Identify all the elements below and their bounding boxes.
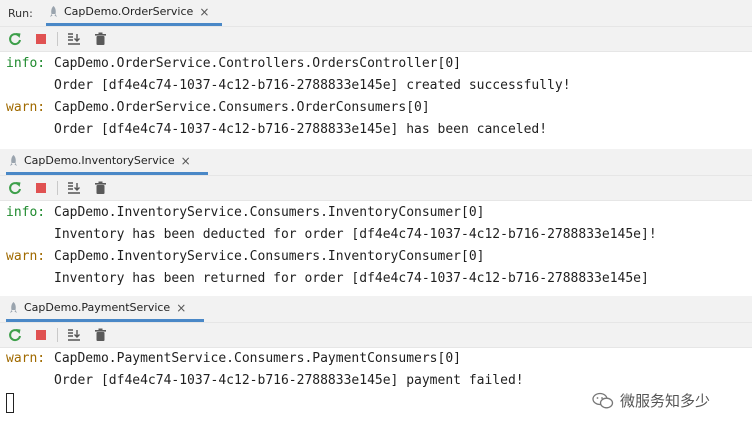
log-message: CapDemo.OrderService.Consumers.OrderCons… bbox=[54, 100, 430, 115]
log-line: warn: CapDemo.OrderService.Consumers.Orde… bbox=[0, 97, 752, 119]
log-line: warn: CapDemo.PaymentService.Consumers.Pa… bbox=[0, 348, 752, 370]
log-message: CapDemo.InventoryService.Consumers.Inven… bbox=[54, 249, 485, 264]
clear-trash-icon[interactable] bbox=[92, 327, 108, 343]
tab-order-service[interactable]: CapDemo.OrderService × bbox=[46, 0, 222, 26]
log-line: Inventory has been deducted for order [d… bbox=[0, 224, 752, 246]
run-tab-bar-payment: CapDemo.PaymentService × bbox=[0, 296, 752, 323]
toolbar-divider bbox=[57, 328, 58, 342]
log-message: Order [df4e4c74-1037-4c12-b716-2788833e1… bbox=[54, 78, 571, 93]
run-tab-bar-inventory: CapDemo.InventoryService × bbox=[0, 149, 752, 176]
tab-payment-service[interactable]: CapDemo.PaymentService × bbox=[6, 296, 204, 322]
toolbar-inventory bbox=[0, 176, 752, 201]
log-message: Order [df4e4c74-1037-4c12-b716-2788833e1… bbox=[54, 373, 524, 388]
rocket-icon bbox=[6, 154, 20, 168]
log-line: Order [df4e4c74-1037-4c12-b716-2788833e1… bbox=[0, 119, 752, 141]
log-level-warn: warn: bbox=[6, 351, 46, 366]
log-line: warn: CapDemo.InventoryService.Consumers.… bbox=[0, 246, 752, 268]
log-message: Inventory has been returned for order [d… bbox=[54, 271, 649, 286]
close-icon[interactable]: × bbox=[176, 301, 186, 315]
rocket-icon bbox=[46, 5, 60, 19]
tab-label: CapDemo.InventoryService bbox=[24, 154, 175, 167]
console-output-order: info: CapDemo.OrderService.Controllers.Or… bbox=[0, 53, 752, 141]
log-level-warn: warn: bbox=[6, 249, 46, 264]
console-output-payment: warn: CapDemo.PaymentService.Consumers.Pa… bbox=[0, 348, 752, 392]
scroll-to-end-icon[interactable] bbox=[66, 31, 82, 47]
scroll-to-end-icon[interactable] bbox=[66, 180, 82, 196]
log-level-warn: warn: bbox=[6, 100, 46, 115]
toolbar-divider bbox=[57, 32, 58, 46]
log-line: info: CapDemo.InventoryService.Consumers.… bbox=[0, 202, 752, 224]
log-message: Inventory has been deducted for order [d… bbox=[54, 227, 657, 242]
watermark: 微服务知多少 bbox=[592, 390, 710, 411]
tab-label: CapDemo.OrderService bbox=[64, 5, 194, 18]
clear-trash-icon[interactable] bbox=[92, 31, 108, 47]
rocket-icon bbox=[6, 301, 20, 315]
toolbar-order bbox=[0, 27, 752, 52]
log-message: CapDemo.PaymentService.Consumers.Payment… bbox=[54, 351, 461, 366]
log-message: Order [df4e4c74-1037-4c12-b716-2788833e1… bbox=[54, 122, 548, 137]
log-line: info: CapDemo.OrderService.Controllers.Or… bbox=[0, 53, 752, 75]
log-level-info: info: bbox=[6, 205, 46, 220]
log-line: Order [df4e4c74-1037-4c12-b716-2788833e1… bbox=[0, 370, 752, 392]
stop-icon[interactable] bbox=[33, 31, 49, 47]
run-label: Run: bbox=[8, 7, 33, 20]
console-output-inventory: info: CapDemo.InventoryService.Consumers.… bbox=[0, 202, 752, 290]
stop-icon[interactable] bbox=[33, 180, 49, 196]
toolbar-divider bbox=[57, 181, 58, 195]
scroll-to-end-icon[interactable] bbox=[66, 327, 82, 343]
log-line: Order [df4e4c74-1037-4c12-b716-2788833e1… bbox=[0, 75, 752, 97]
clear-trash-icon[interactable] bbox=[92, 180, 108, 196]
wechat-icon bbox=[592, 392, 614, 410]
log-message: CapDemo.OrderService.Controllers.OrdersC… bbox=[54, 56, 461, 71]
close-icon[interactable]: × bbox=[199, 5, 209, 19]
tab-inventory-service[interactable]: CapDemo.InventoryService × bbox=[6, 149, 208, 175]
log-message: CapDemo.InventoryService.Consumers.Inven… bbox=[54, 205, 485, 220]
close-icon[interactable]: × bbox=[181, 154, 191, 168]
console-input-cursor[interactable] bbox=[6, 393, 14, 413]
rerun-icon[interactable] bbox=[7, 327, 23, 343]
tab-label: CapDemo.PaymentService bbox=[24, 301, 171, 314]
run-tab-bar-order: Run: CapDemo.OrderService × bbox=[0, 0, 752, 27]
rerun-icon[interactable] bbox=[7, 31, 23, 47]
stop-icon[interactable] bbox=[33, 327, 49, 343]
log-level-info: info: bbox=[6, 56, 46, 71]
toolbar-payment bbox=[0, 323, 752, 348]
log-line: Inventory has been returned for order [d… bbox=[0, 268, 752, 290]
watermark-text: 微服务知多少 bbox=[620, 392, 711, 410]
rerun-icon[interactable] bbox=[7, 180, 23, 196]
